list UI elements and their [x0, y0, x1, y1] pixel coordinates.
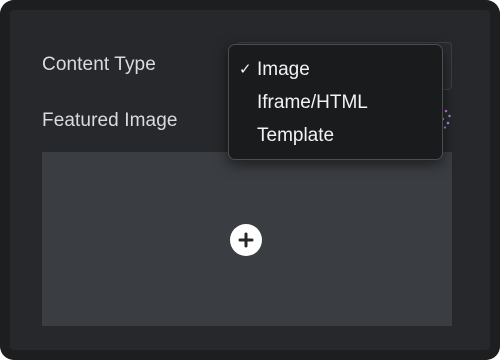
option-label: Image [257, 59, 310, 80]
option-iframe-html[interactable]: Iframe/HTML [229, 88, 442, 118]
option-template[interactable]: Template [229, 121, 442, 151]
option-label: Template [257, 125, 335, 146]
option-label: Iframe/HTML [257, 92, 368, 113]
featured-image-label: Featured Image [42, 110, 178, 131]
add-image-button[interactable] [230, 224, 262, 256]
checkmark-icon: ✓ [239, 61, 252, 78]
plus-icon [238, 232, 254, 248]
option-image[interactable]: ✓ Image [229, 55, 442, 85]
settings-panel: Content Type Featured Image ✓ Image Ifra… [0, 0, 500, 360]
content-type-label: Content Type [42, 54, 156, 75]
content-type-dropdown-menu: ✓ Image Iframe/HTML Template [228, 44, 443, 160]
